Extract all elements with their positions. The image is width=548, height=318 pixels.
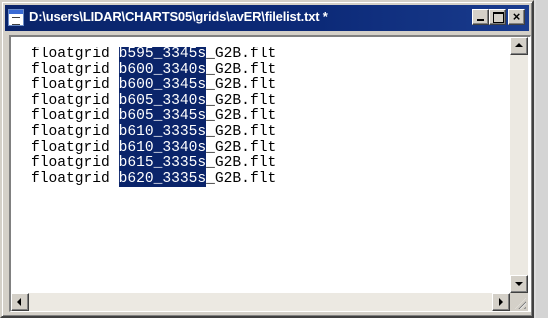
- line-suffix: _G2B.flt: [206, 139, 277, 156]
- line-prefix: floatgrid: [31, 61, 119, 78]
- arrow-up-icon: [515, 43, 523, 47]
- line-prefix: floatgrid: [31, 92, 119, 109]
- line-suffix: _G2B.flt: [206, 108, 277, 125]
- minimize-icon: [477, 19, 484, 21]
- line-suffix: _G2B.flt: [206, 47, 277, 62]
- line-suffix: _G2B.flt: [206, 77, 277, 94]
- minimize-button[interactable]: [472, 9, 489, 25]
- selected-text[interactable]: b610_3340s: [118, 139, 207, 156]
- selected-text[interactable]: b615_3335s: [118, 155, 207, 172]
- line-suffix: _G2B.flt: [206, 61, 277, 78]
- text-line[interactable]: floatgrid b605_3340s_G2B.flt: [13, 92, 507, 110]
- text-line[interactable]: floatgrid b595_3345s_G2B.flt: [13, 47, 507, 63]
- line-suffix: _G2B.flt: [206, 92, 277, 109]
- selected-text[interactable]: b600_3345s: [118, 77, 207, 94]
- horizontal-scrollbar[interactable]: [11, 293, 510, 311]
- text-line[interactable]: floatgrid b600_3345s_G2B.flt: [13, 77, 507, 94]
- maximize-icon: [493, 12, 504, 23]
- text-editor[interactable]: floatgrid b595_3345s_G2B.flt floatgrid b6…: [9, 35, 531, 312]
- selected-text[interactable]: b600_3340s: [118, 61, 207, 78]
- selected-text[interactable]: b610_3335s: [118, 123, 207, 140]
- text-line[interactable]: floatgrid b620_3335s_G2B.flt: [13, 170, 507, 188]
- text-line[interactable]: floatgrid b600_3340s_G2B.flt: [13, 61, 507, 79]
- line-suffix: _G2B.flt: [206, 123, 277, 140]
- line-prefix: floatgrid: [31, 108, 119, 125]
- line-suffix: _G2B.flt: [206, 170, 277, 187]
- desktop-background: [536, 0, 548, 318]
- text-line[interactable]: floatgrid b605_3345s_G2B.flt: [13, 108, 507, 125]
- arrow-right-icon: [499, 298, 503, 306]
- close-button[interactable]: ×: [508, 9, 525, 25]
- maximize-button[interactable]: [489, 9, 506, 25]
- scroll-down-button[interactable]: [510, 275, 528, 293]
- text-line[interactable]: floatgrid b610_3335s_G2B.flt: [13, 123, 507, 141]
- scroll-left-button[interactable]: [11, 293, 29, 311]
- close-icon: ×: [512, 9, 521, 24]
- line-prefix: floatgrid: [31, 170, 119, 187]
- line-prefix: floatgrid: [31, 47, 119, 62]
- selected-text[interactable]: b605_3340s: [118, 92, 207, 109]
- selected-text[interactable]: b595_3345s: [118, 47, 207, 62]
- line-suffix: _G2B.flt: [206, 155, 277, 172]
- scroll-right-button[interactable]: [492, 293, 510, 311]
- line-prefix: floatgrid: [31, 139, 119, 156]
- selected-text[interactable]: b605_3345s: [118, 108, 207, 125]
- text-line[interactable]: floatgrid b610_3340s_G2B.flt: [13, 139, 507, 157]
- window-title: D:\users\LIDAR\CHARTS05\grids\avER\filel…: [29, 9, 328, 24]
- line-prefix: floatgrid: [31, 123, 119, 140]
- arrow-left-icon: [17, 298, 21, 306]
- notepad-window: D:\users\LIDAR\CHARTS05\grids\avER\filel…: [0, 0, 534, 318]
- arrow-down-icon: [515, 282, 523, 286]
- scroll-up-button[interactable]: [510, 37, 528, 55]
- text-content[interactable]: floatgrid b595_3345s_G2B.flt floatgrid b6…: [13, 47, 507, 287]
- notepad-document-icon[interactable]: [8, 9, 24, 26]
- line-prefix: floatgrid: [31, 155, 119, 172]
- text-line[interactable]: floatgrid b615_3335s_G2B.flt: [13, 155, 507, 172]
- title-bar[interactable]: D:\users\LIDAR\CHARTS05\grids\avER\filel…: [5, 5, 529, 31]
- size-grip[interactable]: [510, 293, 528, 311]
- vertical-scrollbar[interactable]: [510, 37, 528, 293]
- selected-text[interactable]: b620_3335s: [118, 170, 207, 187]
- line-prefix: floatgrid: [31, 77, 119, 94]
